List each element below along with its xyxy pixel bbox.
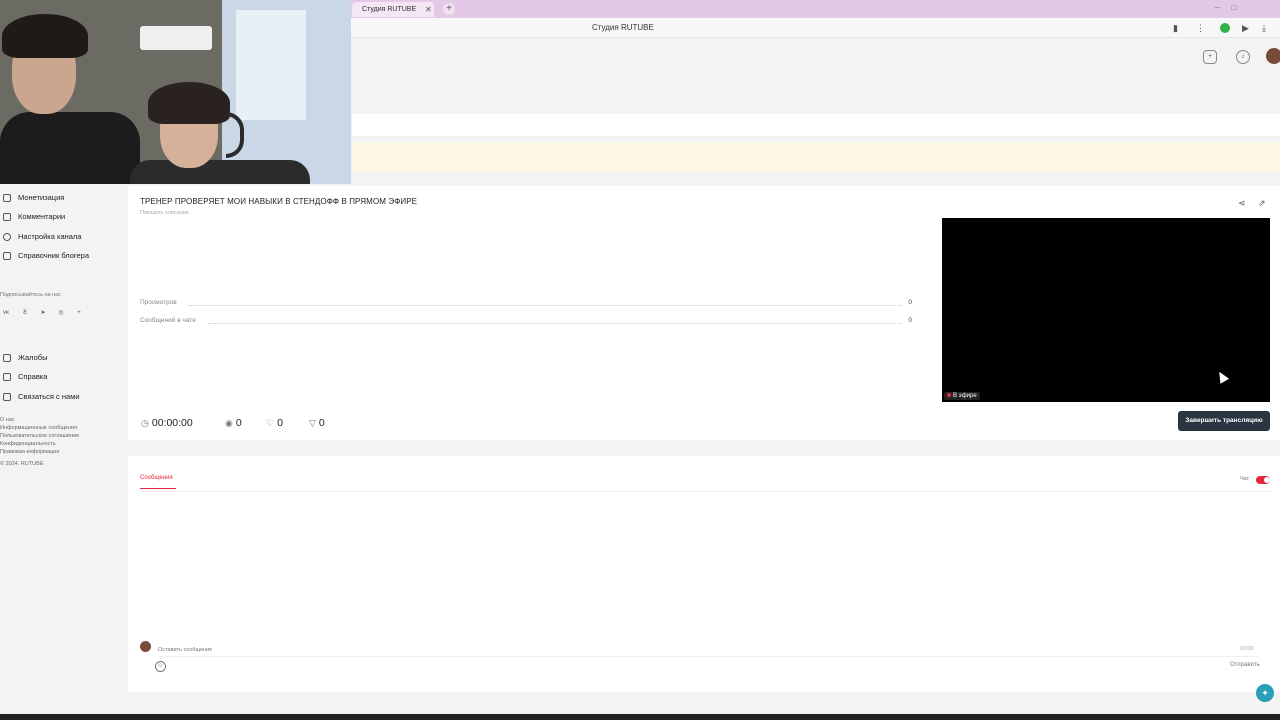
sidebar-item-label: Комментарии xyxy=(18,212,66,221)
stat-value: 0 xyxy=(908,299,912,306)
duration-value: 00:00:00 xyxy=(151,417,193,429)
webcam-overlay xyxy=(0,0,351,184)
emoji-icon[interactable]: ☺ xyxy=(155,661,166,672)
tab-close-icon[interactable]: ✕ xyxy=(425,2,432,17)
stat-views: Просмотров 0 xyxy=(140,299,912,309)
media-icon[interactable]: ▶ xyxy=(1242,23,1249,34)
sidebar-item-blogger-guide[interactable]: Справочник блогера xyxy=(0,247,125,265)
sidebar-item-help[interactable]: Справка xyxy=(0,368,125,386)
thumbs-up-icon: ♡ xyxy=(266,418,275,428)
more-socials-icon[interactable]: + xyxy=(74,308,84,318)
likes-metric: ♡ 0 xyxy=(266,417,283,429)
sidebar-item-label: Справка xyxy=(18,372,48,381)
downloads-icon[interactable]: ⤓ xyxy=(1262,23,1266,34)
stat-leader-dots xyxy=(208,323,902,324)
stat-value: 0 xyxy=(908,317,912,324)
bell-icon[interactable]: ♪ xyxy=(1236,50,1250,64)
show-description-link[interactable]: Показать описание xyxy=(140,210,189,216)
webcam-person-1-body xyxy=(0,112,140,184)
telegram-icon[interactable]: ➤ xyxy=(38,308,48,318)
likes-value: 0 xyxy=(277,417,283,429)
viewers-value: 0 xyxy=(235,417,242,429)
sidebar-item-label: Связаться с нами xyxy=(18,392,80,401)
footer-link-legal[interactable]: Правовая информация xyxy=(0,449,59,455)
viewer-icon: ◉ xyxy=(225,418,233,428)
sidebar-item-comments[interactable]: Комментарии xyxy=(0,208,125,226)
tab-messages[interactable]: Сообщения xyxy=(140,475,173,481)
end-stream-button[interactable]: Завершить трансляцию xyxy=(1178,411,1270,431)
viewers-metric: ◉ 0 xyxy=(225,417,242,429)
address-bar-title: Студия RUTUBE xyxy=(592,23,654,32)
comment-icon xyxy=(3,213,11,221)
dislikes-metric: ▽ 0 xyxy=(309,417,325,429)
stat-leader-dots xyxy=(188,305,902,306)
sidebar-item-contact[interactable]: Связаться с нами xyxy=(0,388,125,406)
sidebar-item-label: Справочник блогера xyxy=(18,251,90,260)
thumbs-down-icon: ▽ xyxy=(309,418,316,428)
mail-icon xyxy=(3,393,11,401)
sidebar-item-monetization[interactable]: Монетизация xyxy=(0,189,125,207)
ok-icon[interactable]: ȣ xyxy=(20,308,30,318)
external-link-icon[interactable]: ⇗ xyxy=(1258,198,1266,209)
browser-tab[interactable]: Студия RUTUBE xyxy=(352,2,434,17)
sidebar-item-channel-settings[interactable]: Настройка канала xyxy=(0,228,125,246)
sidebar-item-complaints[interactable]: Жалобы xyxy=(0,349,125,367)
live-badge: В эфире xyxy=(944,392,980,400)
coin-icon xyxy=(3,194,11,202)
extension-check-icon[interactable] xyxy=(1220,23,1230,33)
sidebar-item-label: Жалобы xyxy=(18,353,48,362)
chat-toggle-label: Чат xyxy=(1240,476,1250,482)
footer-link-privacy[interactable]: Конфиденциальность xyxy=(0,441,56,447)
copyright-text: © 2024, RUTUBE xyxy=(0,461,44,467)
window-controls[interactable]: –□ xyxy=(1215,3,1248,12)
stream-title: ТРЕНЕР ПРОВЕРЯЕТ МОИ НАВЫКИ В СТЕНДОФФ В… xyxy=(140,197,418,206)
browser-tab-title: Студия RUTUBE xyxy=(362,6,417,13)
dislikes-value: 0 xyxy=(318,417,325,429)
header-band xyxy=(352,114,1280,136)
notice-banner xyxy=(352,142,1280,172)
help-icon xyxy=(3,373,11,381)
sidebar-item-label: Настройка канала xyxy=(18,232,82,241)
webcam-person-1-hair xyxy=(2,14,88,58)
webcam-person-2-body xyxy=(130,160,310,184)
stat-label: Сообщений в чате xyxy=(140,317,196,324)
duration-metric: ◷ 00:00:00 xyxy=(141,417,193,429)
bookmark-icon[interactable]: ▮ xyxy=(1173,23,1178,34)
book-icon xyxy=(3,252,11,260)
stat-chat-messages: Сообщений в чате 0 xyxy=(140,317,912,327)
footer-link-about[interactable]: О нас xyxy=(0,417,15,423)
webcam-person-2-hair xyxy=(148,82,230,124)
menu-dots-icon[interactable]: ⋮ xyxy=(1196,23,1205,34)
sidebar-item-label: Монетизация xyxy=(18,193,65,202)
flag-icon xyxy=(3,354,11,362)
webcam-window xyxy=(236,10,306,120)
gear-icon xyxy=(3,233,11,241)
live-dot-icon xyxy=(947,393,951,397)
upload-icon[interactable]: + xyxy=(1203,50,1217,64)
footer-link-agreement[interactable]: Пользовательское соглашение xyxy=(0,433,79,439)
vk-icon[interactable]: ᴠĸ xyxy=(1,308,11,318)
footer-link-info[interactable]: Информационные сообщения xyxy=(0,425,77,431)
support-chat-icon[interactable]: ✦ xyxy=(1256,684,1274,702)
webcam-air-conditioner xyxy=(140,26,212,50)
follow-us-label: Подписывайтесь на нас xyxy=(0,292,61,298)
stat-label: Просмотров xyxy=(140,299,177,306)
avatar[interactable] xyxy=(1266,48,1280,64)
new-tab-button[interactable]: + xyxy=(443,3,455,15)
tab-active-indicator xyxy=(140,488,176,489)
chat-user-avatar xyxy=(140,641,151,652)
clock-icon: ◷ xyxy=(141,418,149,428)
char-counter: 0/200 xyxy=(1240,646,1254,652)
chat-toggle-knob xyxy=(1264,477,1270,483)
taskbar-edge xyxy=(0,714,1280,720)
live-badge-label: В эфире xyxy=(953,393,977,399)
chat-message-input[interactable] xyxy=(158,643,1258,657)
share-icon[interactable]: ⋖ xyxy=(1238,198,1246,209)
send-button[interactable]: Отправить xyxy=(1230,662,1260,668)
chat-divider xyxy=(140,491,1270,492)
viber-icon[interactable]: ◎ xyxy=(56,308,66,318)
